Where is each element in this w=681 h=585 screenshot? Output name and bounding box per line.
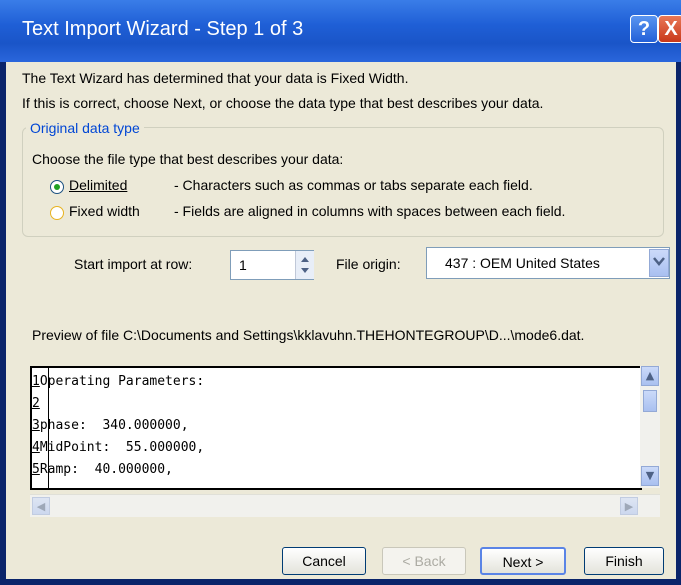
chevron-down-icon[interactable]: [649, 249, 669, 277]
intro-line-1: The Text Wizard has determined that your…: [22, 70, 409, 86]
scroll-down-icon[interactable]: ▼: [641, 466, 659, 486]
title-bar[interactable]: Text Import Wizard - Step 1 of 3 ? X: [0, 0, 681, 62]
start-row-spinner[interactable]: 1: [230, 250, 314, 280]
back-button[interactable]: < Back: [382, 547, 466, 575]
preview-line-2: 2: [32, 396, 40, 411]
line-number: 5: [32, 462, 40, 477]
radio-unselected-icon[interactable]: [50, 206, 64, 220]
file-origin-value: 437 : OEM United States: [445, 255, 600, 271]
help-button[interactable]: ?: [630, 15, 658, 43]
line-text: Ramp: 40.000000,: [39, 462, 173, 477]
scroll-thumb[interactable]: [643, 390, 657, 412]
start-row-value: 1: [239, 257, 247, 273]
preview-line-5: 5Ramp: 40.000000,: [32, 462, 173, 477]
line-number: 3: [32, 418, 40, 433]
next-button[interactable]: Next >: [480, 547, 566, 575]
cancel-button[interactable]: Cancel: [282, 547, 366, 575]
close-button[interactable]: X: [658, 15, 681, 43]
dialog-body: The Text Wizard has determined that your…: [6, 62, 676, 579]
preview-caption: Preview of file C:\Documents and Setting…: [32, 327, 585, 343]
finish-button[interactable]: Finish: [584, 547, 664, 575]
line-text: Operating Parameters:: [39, 374, 205, 389]
delimited-description: - Characters such as commas or tabs sepa…: [174, 177, 533, 193]
spinner-arrows-icon[interactable]: [295, 251, 314, 279]
scroll-up-icon[interactable]: ▲: [641, 366, 659, 386]
preview-vertical-scrollbar[interactable]: ▲ ▼: [640, 366, 660, 488]
line-text: MidPoint: 55.000000,: [39, 440, 205, 455]
line-number: 2: [32, 396, 40, 411]
delimited-label-text: Delimited: [69, 177, 128, 193]
delimited-option-label[interactable]: Delimited: [69, 177, 127, 193]
start-row-label: Start import at row:: [74, 256, 193, 272]
window-title: Text Import Wizard - Step 1 of 3: [22, 18, 304, 40]
preview-pane[interactable]: 1Operating Parameters: 2 3phase: 340.000…: [30, 366, 642, 490]
text-import-wizard-window: Text Import Wizard - Step 1 of 3 ? X The…: [0, 0, 681, 585]
intro-line-2: If this is correct, choose Next, or choo…: [22, 95, 544, 111]
radio-selected-icon[interactable]: [50, 180, 64, 194]
fixed-width-description: - Fields are aligned in columns with spa…: [174, 203, 566, 219]
preview-horizontal-scrollbar[interactable]: ◀ ▶: [30, 494, 660, 517]
preview-line-4: 4MidPoint: 55.000000,: [32, 440, 204, 455]
scroll-right-icon[interactable]: ▶: [620, 497, 638, 515]
scroll-left-icon[interactable]: ◀: [32, 497, 50, 515]
preview-line-1: 1Operating Parameters:: [32, 374, 204, 389]
line-text: phase: 340.000000,: [39, 418, 189, 433]
file-type-prompt: Choose the file type that best describes…: [32, 151, 344, 167]
file-origin-label: File origin:: [336, 256, 401, 272]
file-origin-dropdown[interactable]: 437 : OEM United States: [426, 247, 670, 279]
preview-line-3: 3phase: 340.000000,: [32, 418, 189, 433]
group-title: Original data type: [26, 120, 144, 136]
fixed-width-option-label[interactable]: Fixed width: [69, 203, 140, 219]
line-number: 1: [32, 374, 40, 389]
line-number: 4: [32, 440, 40, 455]
